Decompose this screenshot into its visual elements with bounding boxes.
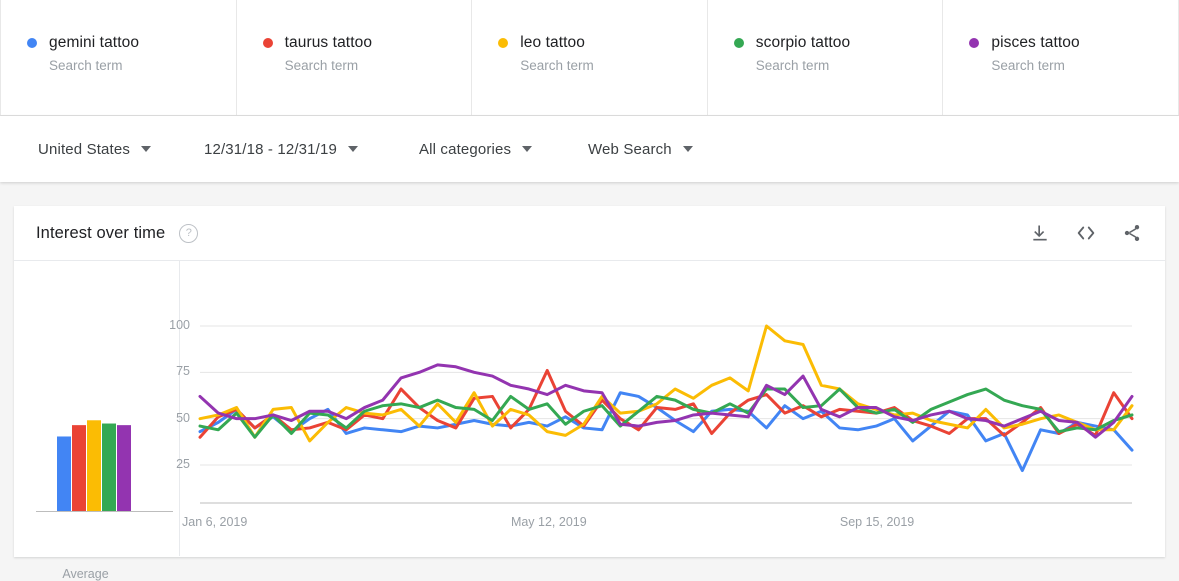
x-axis-tick-1: May 12, 2019 bbox=[511, 515, 587, 529]
average-label: Average bbox=[14, 567, 157, 581]
x-axis-tick-0: Jan 6, 2019 bbox=[182, 515, 247, 529]
legend-row: leo tattoo bbox=[498, 34, 707, 52]
legend-card-3[interactable]: scorpio tattoo Search term bbox=[707, 0, 943, 115]
legend-card-1[interactable]: taurus tattoo Search term bbox=[236, 0, 472, 115]
legend-term-label: pisces tattoo bbox=[991, 34, 1079, 52]
legend-subtitle: Search term bbox=[756, 58, 943, 73]
y-axis-tick-100: 100 bbox=[156, 318, 190, 332]
time-range-filter[interactable]: 12/31/18 - 12/31/19 bbox=[204, 141, 358, 158]
y-axis-tick-25: 25 bbox=[156, 457, 190, 471]
embed-icon[interactable] bbox=[1075, 222, 1097, 244]
download-icon[interactable] bbox=[1029, 222, 1051, 244]
category-filter[interactable]: All categories bbox=[419, 141, 532, 158]
chevron-down-icon bbox=[141, 146, 151, 152]
y-axis-tick-75: 75 bbox=[156, 364, 190, 378]
color-dot-icon bbox=[734, 38, 744, 48]
color-dot-icon bbox=[27, 38, 37, 48]
filter-bar: United States 12/31/18 - 12/31/19 All ca… bbox=[0, 116, 1179, 182]
legend-card-0[interactable]: gemini tattoo Search term bbox=[0, 0, 236, 115]
plot-body: Average 100 75 50 25 Jan 6, 2019 May 12,… bbox=[14, 261, 1165, 556]
legend-subtitle: Search term bbox=[49, 58, 236, 73]
page-title: Interest over time bbox=[36, 224, 165, 243]
color-dot-icon bbox=[969, 38, 979, 48]
search-type-filter-label: Web Search bbox=[588, 141, 672, 158]
chevron-down-icon bbox=[683, 146, 693, 152]
legend-term-label: scorpio tattoo bbox=[756, 34, 850, 52]
legend-row: pisces tattoo bbox=[969, 34, 1178, 52]
time-range-filter-label: 12/31/18 - 12/31/19 bbox=[204, 141, 337, 158]
region-filter-label: United States bbox=[38, 141, 130, 158]
legend-term-label: leo tattoo bbox=[520, 34, 585, 52]
share-icon[interactable] bbox=[1121, 222, 1143, 244]
color-dot-icon bbox=[498, 38, 508, 48]
legend-subtitle: Search term bbox=[520, 58, 707, 73]
category-filter-label: All categories bbox=[419, 141, 511, 158]
region-filter[interactable]: United States bbox=[38, 141, 151, 158]
y-axis-tick-50: 50 bbox=[156, 411, 190, 425]
search-type-filter[interactable]: Web Search bbox=[588, 141, 693, 158]
chevron-down-icon bbox=[522, 146, 532, 152]
help-icon[interactable]: ? bbox=[179, 224, 198, 243]
legend-term-label: gemini tattoo bbox=[49, 34, 139, 52]
interest-over-time-card: Interest over time ? bbox=[14, 206, 1165, 557]
x-axis-tick-2: Sep 15, 2019 bbox=[840, 515, 914, 529]
color-dot-icon bbox=[263, 38, 273, 48]
legend-card-2[interactable]: leo tattoo Search term bbox=[471, 0, 707, 115]
legend-row: gemini tattoo bbox=[27, 34, 236, 52]
legend-row: taurus tattoo bbox=[263, 34, 472, 52]
legend-row: scorpio tattoo bbox=[734, 34, 943, 52]
legend-term-label: taurus tattoo bbox=[285, 34, 372, 52]
interest-over-time-line-chart[interactable] bbox=[14, 261, 1165, 556]
card-header: Interest over time ? bbox=[14, 206, 1165, 261]
legend-card-4[interactable]: pisces tattoo Search term bbox=[942, 0, 1179, 115]
search-terms-legend: gemini tattoo Search term taurus tattoo … bbox=[0, 0, 1179, 116]
legend-subtitle: Search term bbox=[991, 58, 1178, 73]
legend-subtitle: Search term bbox=[285, 58, 472, 73]
chevron-down-icon bbox=[348, 146, 358, 152]
card-actions bbox=[1029, 222, 1143, 244]
